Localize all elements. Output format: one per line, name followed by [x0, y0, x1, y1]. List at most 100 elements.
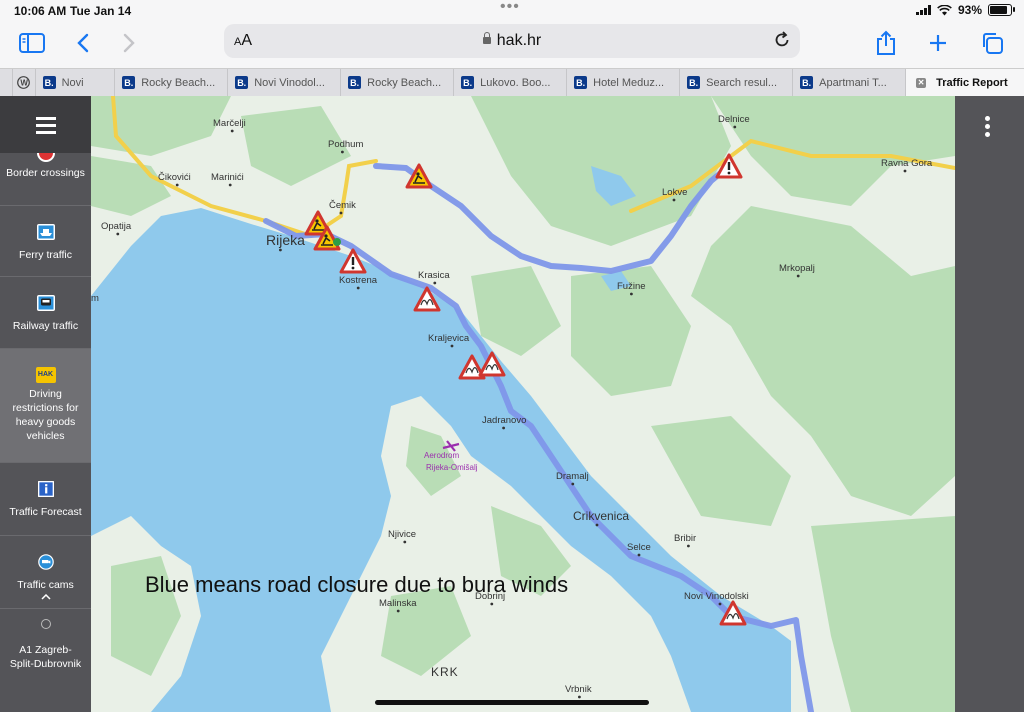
status-date: Tue Jan 14 — [70, 4, 132, 18]
tab-label: Rocky Beach... — [141, 76, 216, 89]
status-marker[interactable] — [333, 238, 341, 246]
place-dot — [718, 602, 722, 606]
browser-tab[interactable]: B. Apartmani T... — [792, 69, 905, 96]
sidebar-toggle-button[interactable] — [17, 28, 47, 58]
more-options-icon[interactable] — [985, 116, 991, 140]
close-tab-icon[interactable]: ✕ — [916, 77, 927, 88]
place-dot — [403, 540, 407, 544]
hak-logo-icon: HAK — [35, 367, 56, 383]
place-label: Marinići — [211, 172, 244, 183]
browser-tab[interactable]: B. Hotel Meduz... — [566, 69, 679, 96]
status-time: 10:06 AM — [14, 4, 67, 18]
place-dot — [637, 553, 641, 557]
browser-tab[interactable]: B. Search resul... — [679, 69, 792, 96]
tab-strip: W B. Novi B. Rocky Beach... B. Novi Vinodol...… — [0, 68, 1024, 97]
place-label: Mrkopalj — [779, 263, 815, 274]
tab-label: Search resul... — [706, 76, 778, 89]
place-label: Čemik — [329, 200, 356, 211]
sidebar-item-ferry[interactable]: Ferry traffic — [0, 206, 91, 277]
new-tab-button[interactable] — [923, 28, 953, 58]
back-button[interactable] — [68, 28, 98, 58]
sidebar-item-border-crossings[interactable]: Border crossings — [0, 153, 91, 206]
sidebar-item-railway[interactable]: Railway traffic — [0, 277, 91, 349]
browser-tab[interactable]: B. Rocky Beach... — [114, 69, 227, 96]
sidebar-item-a1-motorway[interactable]: A1 Zagreb-Split-Dubrovnik — [0, 609, 91, 709]
camera-icon — [37, 554, 54, 570]
url-host: hak.hr — [496, 32, 542, 49]
place-label: Čikovići — [158, 172, 191, 183]
reload-icon[interactable] — [772, 30, 792, 50]
svg-text:W: W — [21, 78, 29, 87]
place-dot — [630, 292, 633, 296]
sidebar-item-traffic-forecast[interactable]: Traffic Forecast — [0, 463, 91, 536]
place-dot — [502, 426, 505, 430]
wordpress-icon: W — [17, 76, 31, 89]
radio-icon — [40, 619, 51, 629]
address-bar[interactable]: AA hak.hr — [224, 24, 800, 58]
train-icon — [36, 295, 55, 311]
home-indicator[interactable] — [375, 700, 649, 705]
place-label: Malinska — [379, 598, 417, 609]
sidebar-item-label: Traffic Forecast — [9, 506, 82, 518]
place-label: Kostrena — [339, 275, 378, 286]
place-dot — [433, 281, 437, 285]
browser-tab[interactable]: B. Novi Vinodol... — [227, 69, 340, 96]
forward-button[interactable] — [114, 28, 144, 58]
place-dot — [672, 198, 676, 202]
menu-button[interactable] — [0, 96, 91, 153]
lock-icon — [482, 32, 491, 44]
tab-overview-button[interactable] — [977, 28, 1007, 58]
browser-tab[interactable]: B. Lukovo. Boo... — [453, 69, 566, 96]
map-annotation: Blue means road closure due to bura wind… — [145, 572, 568, 597]
booking-favicon: B. — [42, 76, 56, 89]
chevron-up-icon[interactable] — [40, 594, 51, 600]
place-dot — [490, 602, 494, 606]
place-label: Rijeka-Omišalj — [426, 463, 478, 472]
multitasking-dots-icon[interactable]: ••• — [500, 0, 520, 16]
place-dot — [595, 523, 599, 527]
share-icon — [877, 30, 895, 55]
hak-badge-label: HAK — [37, 371, 54, 378]
place-label: Delnice — [718, 114, 750, 125]
place-label: Lokve — [662, 187, 687, 198]
traffic-map[interactable]: Marčelji Podhum Delnice Čikovići Marinići Rav… — [91, 96, 955, 712]
booking-favicon: B. — [687, 76, 701, 89]
sidebar-item-traffic-cams[interactable]: Traffic cams — [0, 536, 91, 609]
traffic-sidebar: Border crossings Ferry traffic Railway t… — [0, 96, 91, 712]
place-label: Bribir — [674, 533, 696, 544]
tab-traffic-report[interactable]: ✕ Traffic Report — [905, 69, 1024, 96]
sidebar-item-label: Traffic cams — [17, 579, 74, 591]
place-dot — [796, 274, 800, 278]
map-canvas[interactable]: Marčelji Podhum Delnice Čikovići Marinići Rav… — [91, 96, 955, 712]
place-dot — [578, 695, 581, 699]
right-panel — [955, 96, 1024, 712]
booking-favicon: B. — [235, 76, 249, 89]
place-dot — [733, 125, 737, 129]
place-dot — [175, 183, 179, 187]
browser-tab[interactable]: B. Rocky Beach... — [340, 69, 453, 96]
battery-fill — [990, 6, 1007, 14]
place-label: Kraljevica — [428, 333, 470, 344]
chevron-right-icon — [123, 33, 135, 53]
sidebar-item-label: Ferry traffic — [19, 249, 72, 261]
ferry-icon — [36, 224, 55, 240]
place-dot — [228, 183, 232, 187]
sidebar-item-hgv-restrictions[interactable]: HAK Driving restrictions for heavy goods… — [0, 349, 91, 463]
tab-label: Novi — [61, 76, 84, 89]
place-label: Njivice — [388, 529, 416, 540]
place-label: Marčelji — [213, 118, 246, 129]
border-crossing-icon — [36, 153, 55, 162]
sidebar-item-label: Border crossings — [6, 167, 85, 179]
booking-favicon: B. — [574, 76, 588, 89]
tab-label: Hotel Meduz... — [593, 76, 665, 89]
place-dot — [116, 232, 120, 236]
browser-tab[interactable]: W — [12, 69, 35, 96]
tab-label: Novi Vinodol... — [254, 76, 325, 89]
place-label: Krasica — [418, 270, 450, 281]
sidebar-item-label: A1 Zagreb-Split-Dubrovnik — [9, 644, 82, 670]
cellular-signal-icon — [915, 5, 931, 15]
status-bar: 10:06 AM Tue Jan 14 ••• 93% — [0, 0, 1024, 22]
chevron-left-icon — [77, 33, 89, 53]
share-button[interactable] — [871, 28, 901, 58]
browser-tab[interactable]: B. Novi — [34, 69, 115, 96]
